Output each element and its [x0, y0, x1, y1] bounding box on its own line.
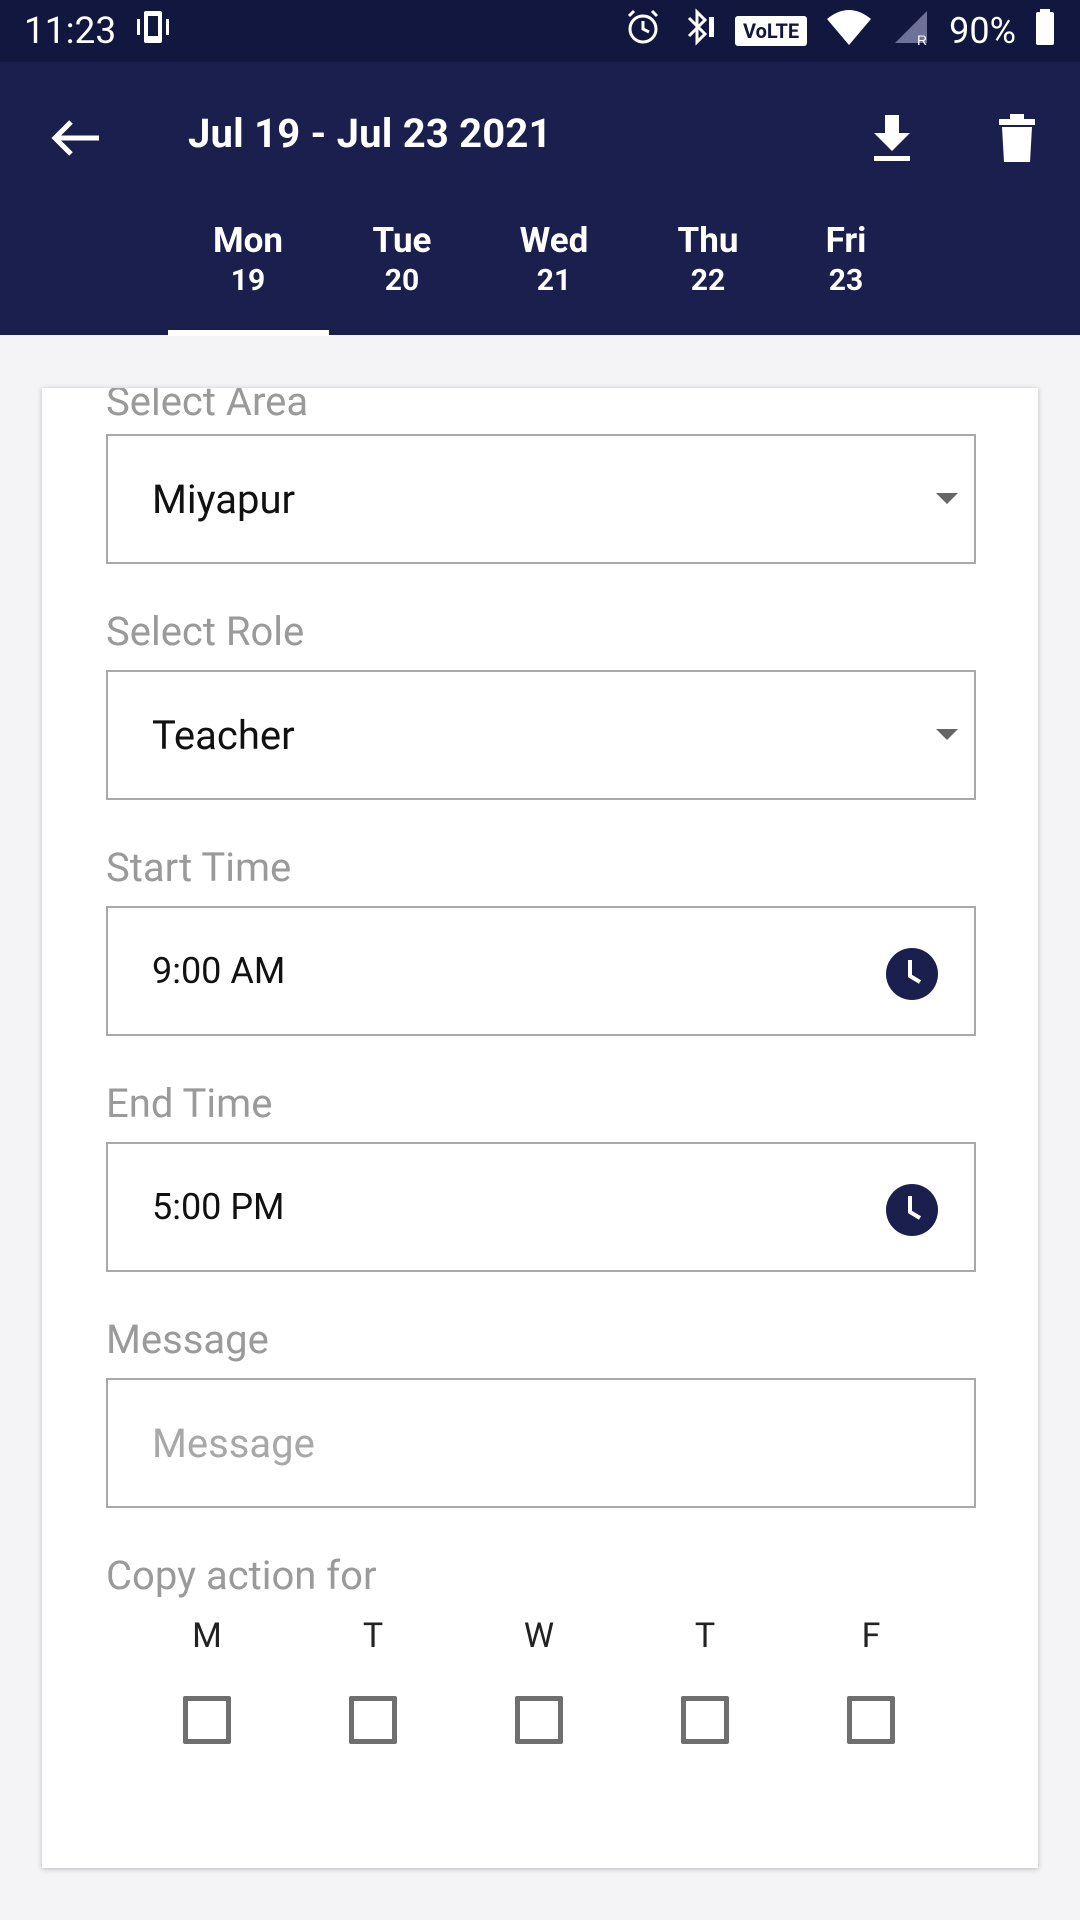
- tab-fri[interactable]: Fri 23: [766, 212, 926, 335]
- tab-day-label: Thu: [677, 220, 739, 261]
- tab-day-label: Fri: [825, 220, 867, 261]
- role-value: Teacher: [152, 711, 295, 759]
- area-value: Miyapur: [152, 475, 296, 523]
- tab-day-number: 23: [828, 263, 864, 298]
- tab-day-number: 19: [230, 263, 266, 298]
- weekday-letter: F: [861, 1616, 881, 1656]
- wifi-icon: [825, 7, 873, 56]
- tab-day-label: Wed: [519, 220, 589, 261]
- weekday-letter: T: [694, 1616, 716, 1656]
- clock-icon[interactable]: [886, 1184, 938, 1236]
- dropdown-arrow-icon: [936, 493, 958, 504]
- start-time-value: 9:00 AM: [152, 950, 286, 992]
- battery-icon: [1034, 7, 1056, 56]
- weekday-letter: M: [192, 1616, 222, 1656]
- form-card: Select Area Miyapur Select Role Teacher …: [42, 388, 1038, 1868]
- role-dropdown[interactable]: Teacher: [106, 670, 976, 800]
- cell-signal-icon: R: [891, 7, 931, 56]
- area-dropdown[interactable]: Miyapur: [106, 434, 976, 564]
- tab-day-number: 22: [690, 263, 726, 298]
- tab-thu[interactable]: Thu 22: [628, 212, 788, 335]
- bluetooth-icon: [681, 7, 717, 56]
- copy-action-label: Copy action for: [106, 1552, 377, 1599]
- tab-day-label: Mon: [212, 220, 284, 261]
- end-time-value: 5:00 PM: [152, 1186, 285, 1228]
- volte-badge: VoLTE: [735, 16, 808, 46]
- start-time-field[interactable]: 9:00 AM: [106, 906, 976, 1036]
- arrow-left-icon: [51, 120, 99, 156]
- copy-checkbox-fri[interactable]: [847, 1696, 895, 1744]
- tab-day-number: 21: [536, 263, 572, 298]
- tab-tue[interactable]: Tue 20: [322, 212, 482, 335]
- role-label: Select Role: [106, 608, 305, 655]
- tab-day-label: Tue: [372, 220, 432, 261]
- message-label: Message: [106, 1316, 269, 1363]
- area-label: Select Area: [106, 388, 309, 425]
- download-button[interactable]: [860, 106, 924, 170]
- copy-checkbox-wed[interactable]: [515, 1696, 563, 1744]
- tab-wed[interactable]: Wed 21: [474, 212, 634, 335]
- tab-day-number: 20: [384, 263, 420, 298]
- roaming-indicator: R: [917, 32, 927, 47]
- alarm-icon: [623, 7, 663, 56]
- download-icon: [874, 115, 910, 161]
- tab-mon[interactable]: Mon 19: [168, 212, 328, 335]
- trash-icon: [999, 114, 1035, 162]
- start-time-label: Start Time: [106, 844, 292, 891]
- status-bar: 11:23 VoLTE R 90%: [0, 0, 1080, 62]
- status-time: 11:23: [24, 9, 117, 53]
- end-time-label: End Time: [106, 1080, 273, 1127]
- back-button[interactable]: [40, 110, 110, 166]
- message-input[interactable]: Message: [106, 1378, 976, 1508]
- weekday-letter: T: [362, 1616, 384, 1656]
- active-tab-indicator: [168, 330, 329, 336]
- end-time-field[interactable]: 5:00 PM: [106, 1142, 976, 1272]
- app-bar: Jul 19 - Jul 23 2021 Mon 19 Tue 20 Wed 2…: [0, 62, 1080, 336]
- status-left: 11:23: [24, 7, 174, 56]
- phone-vibrate-icon: [134, 7, 174, 56]
- message-placeholder: Message: [152, 1419, 315, 1467]
- page-title: Jul 19 - Jul 23 2021: [188, 110, 552, 157]
- battery-percent: 90%: [949, 10, 1016, 52]
- weekday-letter: W: [523, 1616, 555, 1656]
- dropdown-arrow-icon: [936, 729, 958, 740]
- copy-checkbox-thu[interactable]: [681, 1696, 729, 1744]
- copy-checkbox-mon[interactable]: [183, 1696, 231, 1744]
- delete-button[interactable]: [985, 106, 1049, 170]
- copy-checkbox-tue[interactable]: [349, 1696, 397, 1744]
- day-tabs: Mon 19 Tue 20 Wed 21 Thu 22 Fri 23: [168, 212, 908, 335]
- clock-icon[interactable]: [886, 948, 938, 1000]
- status-right: VoLTE R 90%: [623, 7, 1056, 56]
